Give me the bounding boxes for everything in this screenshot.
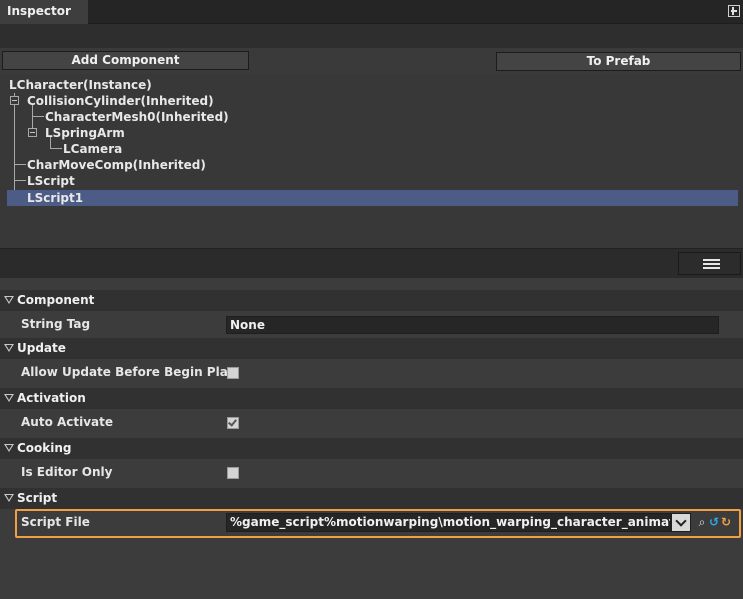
collapse-toggle-icon[interactable] (28, 128, 37, 137)
tree-node-char-move-comp[interactable]: CharMoveComp(Inherited) (27, 157, 206, 173)
property-toolbar (0, 248, 743, 278)
empty-area (0, 542, 743, 599)
header-strip (0, 24, 743, 48)
property-row-is-editor-only: Is Editor Only (0, 459, 743, 486)
allow-update-checkbox[interactable] (227, 367, 239, 379)
to-prefab-button[interactable]: To Prefab (496, 52, 741, 71)
tree-line (50, 148, 62, 149)
section-title: Cooking (17, 441, 72, 455)
component-toolbar: Add Component To Prefab (0, 48, 743, 74)
tree-line (14, 180, 26, 181)
tree-line (32, 116, 44, 117)
section-update[interactable]: Update (0, 338, 743, 359)
string-tag-input[interactable]: None (226, 316, 719, 334)
is-editor-only-label: Is Editor Only (21, 465, 113, 479)
section-component[interactable]: Component (0, 290, 743, 311)
section-title: Update (17, 341, 66, 355)
tree-node-spring-arm[interactable]: LSpringArm (45, 125, 125, 141)
section-title: Script (17, 491, 58, 505)
collapse-arrow-icon (4, 494, 14, 502)
section-title: Component (17, 293, 95, 307)
pin-icon[interactable] (728, 5, 740, 17)
tree-node-root[interactable]: LCharacter(Instance) (9, 77, 152, 93)
auto-activate-checkbox[interactable] (227, 417, 239, 429)
string-tag-label: String Tag (21, 317, 91, 331)
add-component-button[interactable]: Add Component (2, 51, 249, 70)
tree-node-lscript1[interactable]: LScript1 (7, 190, 738, 206)
is-editor-only-checkbox[interactable] (227, 467, 239, 479)
tab-inspector[interactable]: Inspector (0, 0, 88, 24)
tree-node-camera[interactable]: LCamera (63, 141, 122, 157)
collapse-toggle-icon[interactable] (10, 96, 19, 105)
section-cooking[interactable]: Cooking (0, 438, 743, 459)
tab-bar: Inspector (0, 0, 743, 24)
collapse-arrow-icon (4, 344, 14, 352)
tree-node-character-mesh[interactable]: CharacterMesh0(Inherited) (45, 109, 229, 125)
property-row-allow-update: Allow Update Before Begin Play (0, 359, 743, 386)
checkmark-icon (228, 417, 237, 427)
tree-node-lscript[interactable]: LScript (27, 173, 75, 189)
script-file-highlight (15, 509, 741, 538)
property-row-string-tag: String Tag None (0, 311, 743, 338)
list-view-icon[interactable] (678, 252, 741, 275)
section-activation[interactable]: Activation (0, 388, 743, 409)
allow-update-label: Allow Update Before Begin Play (21, 365, 236, 379)
collapse-arrow-icon (4, 444, 14, 452)
section-script[interactable]: Script (0, 488, 743, 509)
component-tree: LCharacter(Instance) CollisionCylinder(I… (0, 74, 743, 248)
tree-line (14, 164, 26, 165)
tree-node-collision-cylinder[interactable]: CollisionCylinder(Inherited) (27, 93, 214, 109)
auto-activate-label: Auto Activate (21, 415, 114, 429)
section-title: Activation (17, 391, 86, 405)
collapse-arrow-icon (4, 296, 14, 304)
collapse-arrow-icon (4, 394, 14, 402)
property-row-auto-activate: Auto Activate (0, 409, 743, 436)
tree-line (14, 93, 15, 192)
